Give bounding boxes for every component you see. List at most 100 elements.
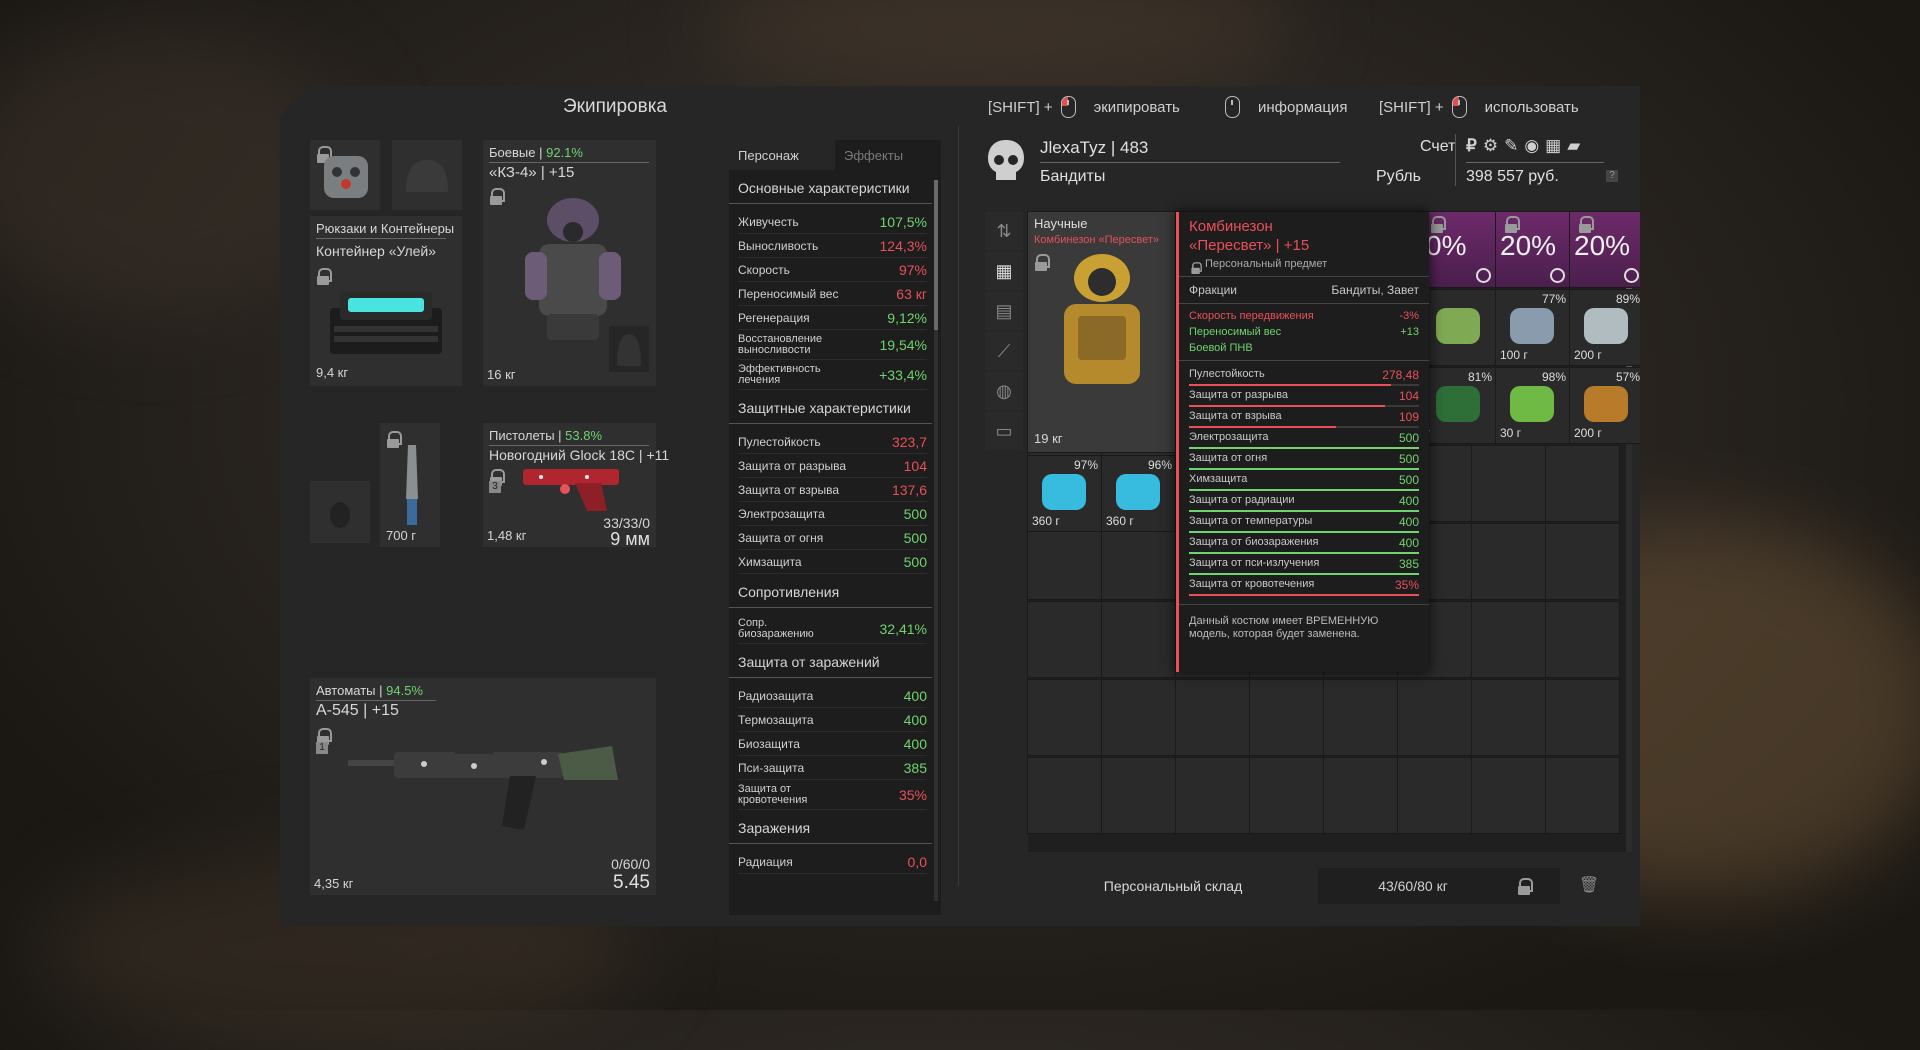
stats-tabs: Персонаж Эффекты bbox=[729, 140, 941, 170]
inventory-cell[interactable] bbox=[1323, 757, 1398, 834]
protection-name: Защита от температуры bbox=[1189, 515, 1313, 527]
trash-icon[interactable]: 🗑 bbox=[1560, 868, 1618, 904]
inventory-item[interactable]: 89% 200 г bbox=[1569, 289, 1640, 366]
inventory-cell[interactable] bbox=[1101, 601, 1176, 678]
protection-value: 500 bbox=[1398, 452, 1419, 466]
inventory-cell[interactable] bbox=[1101, 523, 1176, 600]
inventory-item[interactable]: 98% 30 г bbox=[1495, 367, 1570, 444]
inventory-cell[interactable] bbox=[1471, 445, 1546, 522]
backpack-slot[interactable]: Рюкзаки и Контейнеры Контейнер «Улей» 9,… bbox=[310, 216, 462, 386]
inventory-cell[interactable] bbox=[1249, 757, 1324, 834]
inventory-cell[interactable] bbox=[1545, 679, 1620, 756]
helmet-slot[interactable] bbox=[392, 140, 462, 210]
backpack-filter-icon[interactable]: ▤ bbox=[985, 292, 1023, 330]
inventory-cell[interactable] bbox=[1545, 523, 1620, 600]
container-item-icon bbox=[330, 292, 442, 354]
ticket-icon[interactable]: ▰ bbox=[1567, 136, 1580, 156]
inventory-cell[interactable] bbox=[1397, 757, 1472, 834]
timer-icon bbox=[1550, 268, 1565, 283]
tooltip-protection-row: Защита от разрыва 104 bbox=[1189, 386, 1419, 407]
inventory-item[interactable]: 96% 360 г bbox=[1101, 455, 1176, 532]
inventory-item[interactable]: 57% 200 г bbox=[1569, 367, 1640, 444]
account-label: Счет bbox=[1420, 138, 1456, 155]
boost-item[interactable]: 0% bbox=[1421, 211, 1496, 288]
gear-icon[interactable]: ⚙ bbox=[1483, 136, 1498, 156]
inventory-cell[interactable] bbox=[1027, 757, 1102, 834]
stat-row: Биозащита 400 bbox=[738, 732, 927, 756]
grid-view-icon[interactable]: ▦ bbox=[985, 252, 1023, 290]
inventory-cell[interactable] bbox=[1101, 679, 1176, 756]
mask-icon bbox=[324, 156, 368, 198]
armor-category: Боевые | bbox=[489, 145, 543, 160]
misc-filter-icon[interactable]: ▭ bbox=[985, 412, 1023, 450]
grenade-slot[interactable] bbox=[310, 481, 370, 543]
protection-name: Химзащита bbox=[1189, 473, 1248, 485]
inventory-cell[interactable] bbox=[1101, 757, 1176, 834]
inventory-cell[interactable] bbox=[1027, 601, 1102, 678]
inventory-item[interactable]: 97% 360 г bbox=[1027, 455, 1102, 532]
hint-prefix: [SHIFT] + bbox=[1379, 98, 1444, 116]
artifact-filter-icon[interactable]: ◍ bbox=[985, 372, 1023, 410]
hint-equip: [SHIFT] + экипировать bbox=[988, 96, 1180, 118]
stat-value: 63 кг bbox=[896, 286, 927, 302]
weapon-filter-icon[interactable]: ⟋ bbox=[985, 332, 1023, 370]
mod-value: -3% bbox=[1399, 310, 1419, 322]
inventory-cell[interactable] bbox=[1471, 757, 1546, 834]
stat-value: 19,54% bbox=[879, 337, 927, 353]
coin-icon[interactable]: ◉ bbox=[1524, 136, 1539, 156]
sort-icon[interactable]: ⇅ bbox=[985, 212, 1023, 250]
boost-item[interactable]: 20% bbox=[1569, 211, 1640, 288]
pistol-slot[interactable]: Пистолеты | 53.8% Новогодний Glock 18C |… bbox=[483, 423, 669, 549]
protection-name: Защита от взрыва bbox=[1189, 410, 1282, 422]
inventory-cell[interactable] bbox=[1471, 601, 1546, 678]
lock-toggle-icon[interactable] bbox=[1518, 878, 1533, 895]
inventory-cell[interactable] bbox=[1027, 523, 1102, 600]
inventory-item[interactable]: 77% 100 г bbox=[1495, 289, 1570, 366]
stat-value: 137,6 bbox=[891, 482, 927, 498]
inventory-cell[interactable] bbox=[1471, 523, 1546, 600]
stat-value: 32,41% bbox=[879, 621, 927, 637]
boost-item[interactable]: 20% bbox=[1495, 211, 1570, 288]
inventory-item[interactable] bbox=[1421, 289, 1496, 366]
armor-name: «КЗ-4» | +15 bbox=[489, 164, 575, 181]
lock-icon bbox=[1191, 262, 1202, 274]
bolt-icon[interactable]: ✎ bbox=[1504, 136, 1518, 156]
suit-name: Комбинезон «Пересвет» bbox=[1034, 234, 1160, 246]
help-icon[interactable]: ? bbox=[1606, 170, 1618, 182]
stats-scrollbar[interactable] bbox=[934, 180, 938, 901]
inventory-item[interactable]: 81%г bbox=[1421, 367, 1496, 444]
armor-subslot[interactable] bbox=[609, 326, 649, 372]
tooltip-personal: Персональный предмет bbox=[1179, 254, 1429, 276]
ruble-icon[interactable]: ₽ bbox=[1466, 136, 1477, 156]
boost-percent: 20% bbox=[1574, 230, 1631, 261]
item-weight: 360 г bbox=[1032, 514, 1060, 528]
protection-value: 400 bbox=[1398, 515, 1419, 529]
chip-icon[interactable]: ▦ bbox=[1545, 136, 1561, 156]
melee-slot[interactable]: 700 г bbox=[380, 423, 440, 547]
stat-name: Защита от кровотечения bbox=[738, 783, 808, 806]
rifle-slot[interactable]: Автоматы | 94.5% А-545 | +15 1 0/60/0 5.… bbox=[310, 678, 656, 895]
protection-value: 385 bbox=[1398, 557, 1419, 571]
tab-effects[interactable]: Эффекты bbox=[835, 140, 941, 170]
suit-inventory-item[interactable]: Научные Комбинезон «Пересвет» 19 кг bbox=[1027, 211, 1176, 453]
item-icon bbox=[1436, 386, 1480, 422]
inventory-cell[interactable] bbox=[1545, 601, 1620, 678]
item-icon bbox=[1436, 308, 1480, 344]
item-weight: 200 г bbox=[1574, 348, 1602, 362]
personal-storage-button[interactable]: Персональный склад bbox=[1028, 868, 1318, 904]
inventory-cell[interactable] bbox=[1397, 679, 1472, 756]
stat-row: Регенерация 9,12% bbox=[738, 306, 927, 330]
inventory-cell[interactable] bbox=[1249, 679, 1324, 756]
inventory-cell[interactable] bbox=[1175, 679, 1250, 756]
stat-name: Химзащита bbox=[738, 555, 802, 569]
inventory-cell[interactable] bbox=[1027, 679, 1102, 756]
currency-icons: ₽ ⚙ ✎ ◉ ▦ ▰ bbox=[1466, 136, 1580, 156]
inventory-cell[interactable] bbox=[1323, 679, 1398, 756]
inventory-cell[interactable] bbox=[1175, 757, 1250, 834]
mask-slot[interactable] bbox=[310, 140, 380, 210]
tab-character[interactable]: Персонаж bbox=[729, 140, 835, 170]
armor-slot[interactable]: Боевые | 92.1% «КЗ-4» | +15 16 кг bbox=[483, 140, 656, 386]
inventory-cell[interactable] bbox=[1545, 757, 1620, 834]
inventory-cell[interactable] bbox=[1471, 679, 1546, 756]
inventory-cell[interactable] bbox=[1545, 445, 1620, 522]
